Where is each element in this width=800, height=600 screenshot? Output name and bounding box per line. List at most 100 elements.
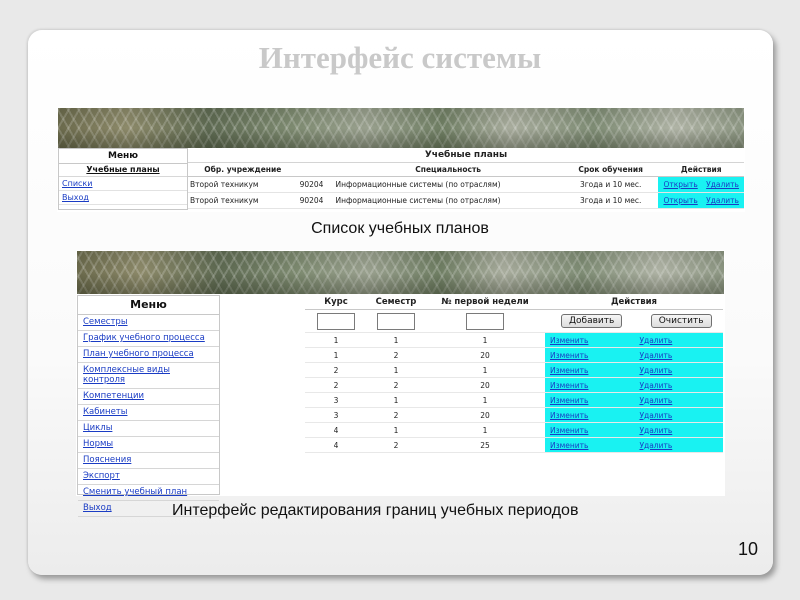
table-row: 2 2 20 Изменить Удалить [305, 377, 723, 393]
table-row: 3 1 1 Изменить Удалить [305, 392, 723, 408]
cell-actions: Изменить Удалить [545, 377, 723, 393]
menu-link-change-plan[interactable]: Сменить учебный план [78, 485, 219, 501]
cell-semester: 1 [367, 422, 425, 438]
cell-course: 3 [305, 407, 367, 423]
top-menu: Меню Учебные планы Списки Выход [58, 148, 188, 210]
caption-top: Список учебных планов [311, 220, 489, 237]
cell-course: 4 [305, 422, 367, 438]
table-row: 4 1 1 Изменить Удалить [305, 422, 723, 438]
delete-link[interactable]: Удалить [639, 411, 672, 420]
cell-actions: Изменить Удалить [545, 422, 723, 438]
cell-actions: Изменить Удалить [545, 332, 723, 348]
plans-table-title: Учебные планы [188, 148, 744, 163]
menu-link-lists[interactable]: Списки [59, 177, 187, 191]
menu-link-semesters[interactable]: Семестры [78, 315, 219, 331]
cell-actions: Изменить Удалить [545, 347, 723, 363]
cell-semester: 2 [367, 347, 425, 363]
menu-link-competencies[interactable]: Компетенции [78, 389, 219, 405]
semester-table: Курс Семестр № первой недели Действия До… [305, 295, 723, 453]
edit-link[interactable]: Изменить [550, 411, 588, 420]
menu-link-exit[interactable]: Выход [59, 191, 187, 205]
edit-link[interactable]: Изменить [550, 366, 588, 375]
cell-first-week: 1 [425, 392, 545, 408]
delete-link[interactable]: Удалить [639, 396, 672, 405]
cell-semester: 2 [367, 377, 425, 393]
menu-link-plan[interactable]: План учебного процесса [78, 347, 219, 363]
cell-actions: Открыть Удалить [658, 192, 744, 209]
clear-button[interactable]: Очистить [650, 314, 712, 328]
top-banner-photo [58, 108, 744, 148]
col-institution: Обр. учреждение [188, 162, 298, 177]
delete-link[interactable]: Удалить [639, 336, 672, 345]
edit-link[interactable]: Изменить [550, 396, 588, 405]
menu-link-cycles[interactable]: Циклы [78, 421, 219, 437]
cell-first-week: 25 [425, 437, 545, 453]
cell-actions: Изменить Удалить [545, 437, 723, 453]
top-menu-section[interactable]: Учебные планы [59, 164, 187, 177]
edit-link[interactable]: Изменить [550, 381, 588, 390]
delete-link[interactable]: Удалить [706, 196, 739, 205]
table-row: 3 2 20 Изменить Удалить [305, 407, 723, 423]
menu-link-notes[interactable]: Пояснения [78, 453, 219, 469]
open-link[interactable]: Открыть [663, 196, 697, 205]
col-actions: Действия [658, 162, 744, 177]
cell-semester: 2 [367, 437, 425, 453]
edit-link[interactable]: Изменить [550, 336, 588, 345]
cell-course: 2 [305, 377, 367, 393]
edit-link[interactable]: Изменить [550, 441, 588, 450]
menu-link-cabinets[interactable]: Кабинеты [78, 405, 219, 421]
cell-semester: 1 [367, 332, 425, 348]
slide-title: Интерфейс системы [258, 40, 542, 75]
delete-link[interactable]: Удалить [639, 441, 672, 450]
cell-actions: Изменить Удалить [545, 362, 723, 378]
add-button[interactable]: Добавить [561, 314, 623, 328]
cell-course: 4 [305, 437, 367, 453]
col-semester: Семестр [367, 295, 425, 310]
semester-rows: 1 1 1 Изменить Удалить 1 2 20 Изменить Удалить 2 1 1… [305, 332, 723, 453]
cell-actions: Изменить Удалить [545, 392, 723, 408]
cell-course: 1 [305, 347, 367, 363]
input-row: Добавить Очистить [305, 309, 723, 333]
cell-code: 90204 [297, 176, 334, 193]
cell-first-week: 1 [425, 362, 545, 378]
cell-institution: Второй техникум [188, 176, 298, 193]
menu-link-norms[interactable]: Нормы [78, 437, 219, 453]
table-row: 4 2 25 Изменить Удалить [305, 437, 723, 453]
caption-bottom: Интерфейс редактирования границ учебных … [172, 502, 579, 519]
cell-first-week: 1 [425, 422, 545, 438]
delete-link[interactable]: Удалить [639, 426, 672, 435]
delete-link[interactable]: Удалить [706, 180, 739, 189]
cell-first-week: 20 [425, 377, 545, 393]
menu-link-export[interactable]: Экспорт [78, 469, 219, 485]
semester-menu: Меню Семестры График учебного процесса П… [77, 295, 220, 517]
cell-code: 90204 [297, 192, 334, 209]
table-row: Второй техникум 90204 Информационные сис… [188, 192, 744, 209]
plans-table: Учебные планы Обр. учреждение Специально… [188, 148, 744, 209]
open-link[interactable]: Открыть [663, 180, 697, 189]
first-week-input[interactable] [466, 312, 504, 330]
cell-course: 3 [305, 392, 367, 408]
delete-link[interactable]: Удалить [639, 381, 672, 390]
cell-actions: Изменить Удалить [545, 407, 723, 423]
edit-link[interactable]: Изменить [550, 351, 588, 360]
col-specialty: Специальность [333, 162, 563, 177]
cell-duration: 3года и 10 мес. [562, 192, 659, 209]
edit-link[interactable]: Изменить [550, 426, 588, 435]
col-first-week: № первой недели [425, 295, 545, 310]
semester-input[interactable] [377, 312, 415, 330]
cell-first-week: 20 [425, 347, 545, 363]
menu-link-schedule[interactable]: График учебного процесса [78, 331, 219, 347]
col-duration: Срок обучения [562, 162, 659, 177]
course-input[interactable] [317, 312, 355, 330]
delete-link[interactable]: Удалить [639, 366, 672, 375]
delete-link[interactable]: Удалить [639, 351, 672, 360]
col-actions: Действия [545, 295, 723, 310]
cell-duration: 3года и 10 мес. [562, 176, 659, 193]
cell-semester: 1 [367, 392, 425, 408]
bottom-banner-photo [77, 251, 724, 294]
cell-actions: Открыть Удалить [658, 176, 744, 193]
cell-specialty: Информационные системы (по отраслям) [333, 192, 563, 209]
menu-link-control[interactable]: Комплексные виды контроля [78, 363, 219, 389]
cell-first-week: 20 [425, 407, 545, 423]
table-row: 1 1 1 Изменить Удалить [305, 332, 723, 348]
